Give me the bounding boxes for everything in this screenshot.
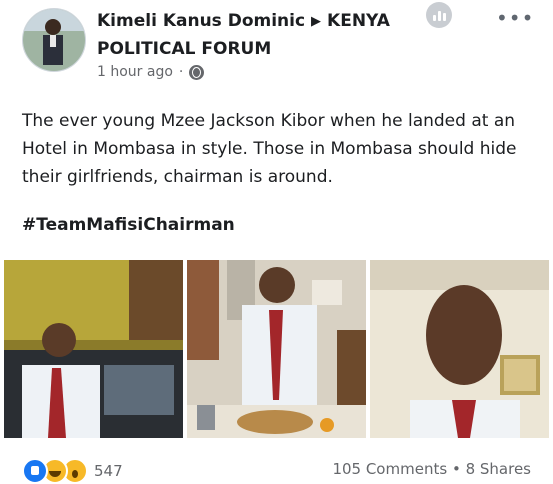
- engagement-stats: 105 Comments • 8 Shares: [332, 460, 531, 478]
- post-timestamp[interactable]: 1 hour ago: [97, 64, 173, 80]
- author-name[interactable]: Kimeli Kanus Dominic: [97, 11, 305, 31]
- reactions-summary[interactable]: 547: [22, 458, 123, 484]
- post-photo-2[interactable]: [187, 260, 366, 438]
- globe-icon[interactable]: [189, 64, 205, 80]
- like-reaction-icon: [22, 458, 48, 484]
- insights-icon[interactable]: [426, 2, 452, 28]
- author-avatar[interactable]: [22, 8, 86, 72]
- reaction-count: 547: [94, 462, 123, 480]
- post-photo-3[interactable]: [370, 260, 549, 438]
- post-header: Kimeli Kanus Dominic ▶ KENYA POLITICAL FOR…: [97, 8, 432, 62]
- post-footer: 547 105 Comments • 8 Shares: [0, 450, 553, 484]
- more-options-icon[interactable]: •••: [496, 6, 534, 30]
- post-photo-1[interactable]: [4, 260, 183, 438]
- shares-count[interactable]: 8 Shares: [466, 460, 531, 478]
- meta-separator: ·: [178, 64, 184, 80]
- arrow-right-icon: ▶: [311, 14, 322, 29]
- post-body: The ever young Mzee Jackson Kibor when h…: [22, 111, 517, 187]
- stats-separator: •: [451, 460, 461, 478]
- facebook-post: Kimeli Kanus Dominic ▶ KENYA POLITICAL FOR…: [0, 0, 553, 484]
- comments-count[interactable]: 105 Comments: [332, 460, 447, 478]
- post-meta: 1 hour ago ·: [97, 64, 205, 80]
- hashtag-link[interactable]: #TeamMafisiChairman: [22, 215, 235, 235]
